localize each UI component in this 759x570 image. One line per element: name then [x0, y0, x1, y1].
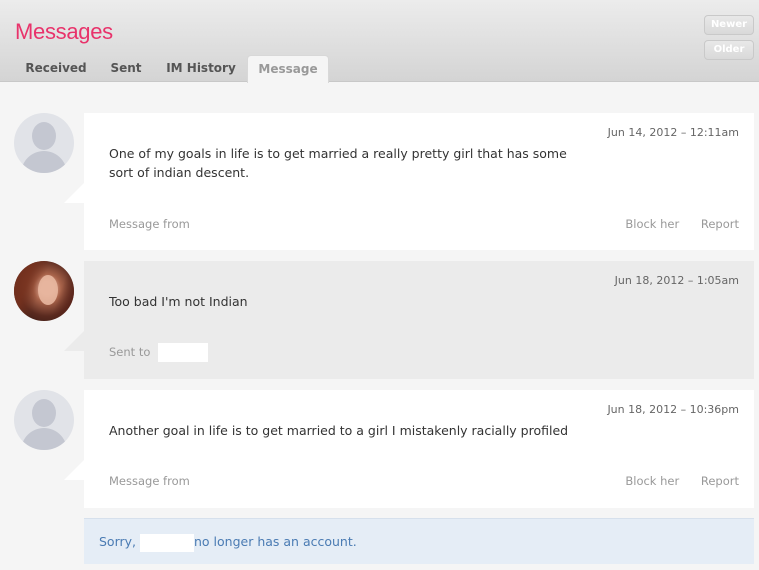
page-header: Messages Received Sent IM History Messag… — [0, 0, 759, 83]
message-card: Jun 18, 2012 – 1:05am Too bad I'm not In… — [64, 261, 754, 379]
message-text: One of my goals in life is to get marrie… — [109, 146, 567, 180]
redacted-name — [140, 533, 194, 552]
tab-sent[interactable]: Sent — [104, 55, 148, 82]
message-date: Jun 18, 2012 – 1:05am — [614, 274, 739, 287]
notice-suffix: no longer has an account. — [194, 534, 357, 549]
message-from-label: Message from — [109, 474, 190, 488]
tab-message[interactable]: Message — [247, 55, 329, 83]
tab-im-history[interactable]: IM History — [160, 55, 242, 82]
message-text: Too bad I'm not Indian — [109, 294, 248, 309]
message-date: Jun 14, 2012 – 12:11am — [607, 126, 739, 139]
block-button[interactable]: Block her — [625, 217, 679, 231]
redacted-name — [158, 343, 209, 362]
default-avatar-icon[interactable] — [14, 113, 74, 173]
message-from-label: Message from — [109, 217, 190, 231]
older-button[interactable]: Older — [704, 40, 754, 60]
message-card: Jun 18, 2012 – 10:36pm Another goal in l… — [64, 390, 754, 508]
user-photo-avatar[interactable] — [14, 261, 74, 321]
sent-to-label: Sent to — [109, 345, 151, 359]
default-avatar-icon[interactable] — [14, 390, 74, 450]
newer-button[interactable]: Newer — [704, 15, 754, 35]
account-notice: Sorry, no longer has an account. — [84, 518, 754, 564]
tab-received[interactable]: Received — [18, 55, 94, 82]
message-text: Another goal in life is to get married t… — [109, 423, 569, 438]
notice-prefix: Sorry, — [99, 534, 137, 549]
report-button[interactable]: Report — [701, 474, 739, 488]
message-date: Jun 18, 2012 – 10:36pm — [607, 403, 739, 416]
block-button[interactable]: Block her — [625, 474, 679, 488]
message-card: Jun 14, 2012 – 12:11am One of my goals i… — [64, 113, 754, 250]
report-button[interactable]: Report — [701, 217, 739, 231]
page-title: Messages — [15, 19, 113, 44]
